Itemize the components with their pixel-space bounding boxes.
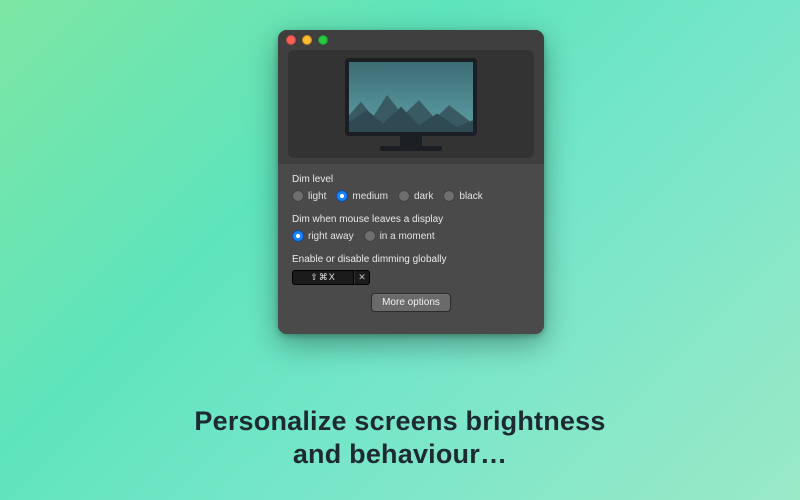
preferences-window: Dim level light medium dark black (278, 30, 544, 334)
dim-when-option-right-away[interactable]: right away (292, 230, 354, 242)
dim-level-group: Dim level light medium dark black (292, 174, 530, 202)
settings-panel: Dim level light medium dark black (278, 164, 544, 334)
radio-icon (292, 190, 304, 202)
dim-level-option-light[interactable]: light (292, 190, 326, 202)
global-toggle-label: Enable or disable dimming globally (292, 254, 530, 265)
panel-footer: More options (292, 293, 530, 322)
caption-line-2: and behaviour… (0, 438, 800, 472)
radio-icon (398, 190, 410, 202)
radio-label: right away (308, 231, 354, 242)
mountains-icon (349, 90, 473, 132)
radio-label: medium (352, 191, 388, 202)
radio-label: black (459, 191, 482, 202)
shortcut-recorder: ⇧⌘X ✕ (292, 270, 530, 285)
shortcut-clear-button[interactable]: ✕ (354, 270, 370, 285)
more-options-button[interactable]: More options (371, 293, 451, 312)
window-minimize-button[interactable] (302, 35, 312, 45)
dim-level-options: light medium dark black (292, 190, 530, 202)
monitor-icon (345, 58, 477, 151)
window-zoom-button[interactable] (318, 35, 328, 45)
hero-monitor-illustration (288, 50, 534, 158)
radio-label: light (308, 191, 326, 202)
dim-when-options: right away in a moment (292, 230, 530, 242)
dim-level-option-black[interactable]: black (443, 190, 482, 202)
window-titlebar (278, 30, 544, 50)
dim-when-label: Dim when mouse leaves a display (292, 214, 530, 225)
dim-when-option-in-a-moment[interactable]: in a moment (364, 230, 435, 242)
dim-level-option-medium[interactable]: medium (336, 190, 388, 202)
radio-label: in a moment (380, 231, 435, 242)
radio-label: dark (414, 191, 433, 202)
page-caption: Personalize screens brightness and behav… (0, 405, 800, 473)
caption-line-1: Personalize screens brightness (0, 405, 800, 439)
dim-level-option-dark[interactable]: dark (398, 190, 433, 202)
dim-level-label: Dim level (292, 174, 530, 185)
radio-icon (292, 230, 304, 242)
radio-icon (443, 190, 455, 202)
close-icon: ✕ (358, 272, 366, 283)
global-toggle-group: Enable or disable dimming globally ⇧⌘X ✕ (292, 254, 530, 285)
shortcut-field[interactable]: ⇧⌘X (292, 270, 354, 285)
window-close-button[interactable] (286, 35, 296, 45)
radio-icon (336, 190, 348, 202)
dim-when-group: Dim when mouse leaves a display right aw… (292, 214, 530, 242)
radio-icon (364, 230, 376, 242)
